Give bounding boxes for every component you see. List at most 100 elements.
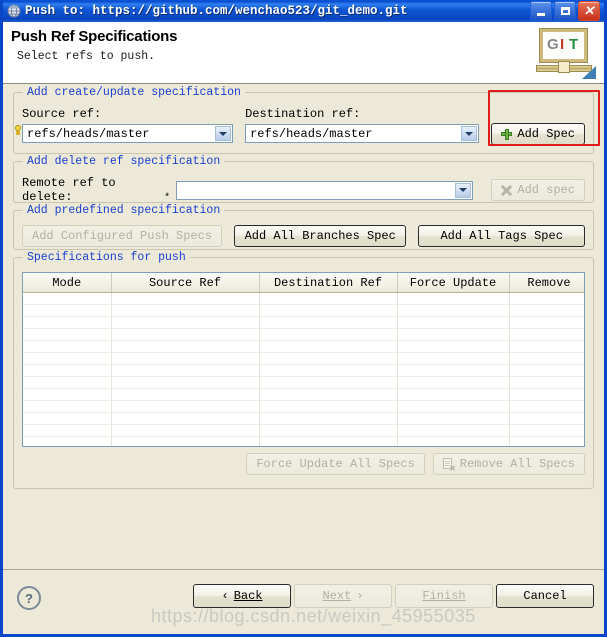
column-header-force-update[interactable]: Force Update xyxy=(397,273,510,293)
table-row[interactable] xyxy=(23,412,584,425)
table-cell xyxy=(397,304,510,317)
table-cell xyxy=(23,292,112,305)
table-cell xyxy=(509,328,584,341)
table-cell xyxy=(23,412,112,425)
delete-spec-legend: Add delete ref specification xyxy=(23,155,225,168)
destination-ref-combo[interactable]: refs/heads/master xyxy=(245,124,480,143)
table-cell xyxy=(259,436,398,446)
add-all-branches-spec-button[interactable]: Add All Branches Spec xyxy=(234,225,407,247)
table-cell xyxy=(259,376,398,389)
predefined-legend: Add predefined specification xyxy=(23,204,225,217)
back-button[interactable]: ‹ Back xyxy=(193,584,291,608)
remote-ref-combo[interactable] xyxy=(176,180,474,200)
table-row[interactable] xyxy=(23,292,584,305)
table-cell xyxy=(111,376,260,389)
table-cell xyxy=(23,328,112,341)
table-cell xyxy=(509,304,584,317)
specifications-table[interactable]: Mode Source Ref Destination Ref Force Up… xyxy=(22,272,585,447)
next-suffix-icon: › xyxy=(356,589,364,603)
table-cell xyxy=(111,304,260,317)
table-cell xyxy=(397,424,510,437)
table-cell xyxy=(111,436,260,446)
table-cell xyxy=(23,424,112,437)
minimize-button[interactable] xyxy=(530,1,552,21)
table-cell xyxy=(23,304,112,317)
remote-ref-label: Remote ref to delete: xyxy=(22,176,116,204)
table-row[interactable] xyxy=(23,388,584,401)
chevron-down-icon[interactable] xyxy=(215,126,232,141)
maximize-button[interactable] xyxy=(554,1,576,21)
table-row[interactable] xyxy=(23,328,584,341)
table-row[interactable] xyxy=(23,364,584,377)
table-cell xyxy=(111,292,260,305)
cancel-button[interactable]: Cancel xyxy=(496,584,594,608)
specifications-legend: Specifications for push xyxy=(23,251,190,264)
table-header-row: Mode Source Ref Destination Ref Force Up… xyxy=(23,273,584,293)
table-cell xyxy=(259,292,398,305)
title-bar: Push to: https://github.com/wenchao523/g… xyxy=(3,0,604,22)
required-marker: * xyxy=(164,193,171,204)
specifications-group: Specifications for push Mode Source Ref … xyxy=(13,251,594,489)
table-cell xyxy=(259,304,398,317)
table-cell xyxy=(509,400,584,413)
column-header-remove[interactable]: Remove xyxy=(509,273,584,293)
git-logo-i: I xyxy=(560,36,565,53)
column-header-mode[interactable]: Mode xyxy=(23,273,112,293)
table-cell xyxy=(259,400,398,413)
table-cell xyxy=(259,424,398,437)
table-cell xyxy=(23,364,112,377)
source-ref-label: Source ref: xyxy=(22,107,102,121)
content-assist-bulb-icon xyxy=(14,125,22,137)
table-cell xyxy=(259,352,398,365)
table-row[interactable] xyxy=(23,376,584,389)
table-row[interactable] xyxy=(23,436,584,446)
table-row[interactable] xyxy=(23,352,584,365)
table-cell xyxy=(397,388,510,401)
table-cell xyxy=(23,352,112,365)
predefined-group: Add predefined specification Add Configu… xyxy=(13,204,594,250)
chevron-down-icon[interactable] xyxy=(455,182,472,198)
table-cell xyxy=(111,424,260,437)
git-logo: G I T xyxy=(534,27,596,79)
source-ref-combo[interactable]: refs/heads/master xyxy=(22,124,234,143)
table-cell xyxy=(509,388,584,401)
force-update-all-specs-button: Force Update All Specs xyxy=(246,453,425,475)
table-row[interactable] xyxy=(23,400,584,413)
table-row[interactable] xyxy=(23,316,584,329)
specifications-actions: Force Update All Specs ✖ Remove All Spec… xyxy=(22,453,585,475)
table-cell xyxy=(111,352,260,365)
help-icon[interactable]: ? xyxy=(17,586,41,610)
table-cell xyxy=(111,340,260,353)
next-button: Next › xyxy=(294,584,392,608)
column-header-destination-ref[interactable]: Destination Ref xyxy=(259,273,398,293)
footer-buttons: ‹ Back Next › Finish Cancel xyxy=(193,584,594,608)
table-cell xyxy=(111,412,260,425)
add-delete-spec-button: Add spec xyxy=(491,179,585,201)
table-cell xyxy=(509,436,584,446)
add-spec-button[interactable]: Add Spec xyxy=(491,123,585,145)
table-cell xyxy=(23,340,112,353)
table-row[interactable] xyxy=(23,424,584,437)
table-cell xyxy=(259,328,398,341)
blue-triangle-icon xyxy=(582,66,596,79)
table-cell xyxy=(111,316,260,329)
column-header-source-ref[interactable]: Source Ref xyxy=(111,273,260,293)
chevron-down-icon[interactable] xyxy=(461,126,478,141)
table-cell xyxy=(23,316,112,329)
push-wizard-window: Push to: https://github.com/wenchao523/g… xyxy=(0,0,607,637)
destination-ref-label: Destination ref: xyxy=(245,107,361,121)
table-cell xyxy=(397,352,510,365)
add-all-tags-spec-button[interactable]: Add All Tags Spec xyxy=(418,225,585,247)
table-row[interactable] xyxy=(23,340,584,353)
add-spec-button-label: Add Spec xyxy=(517,127,575,141)
remove-all-specs-label: Remove All Specs xyxy=(459,457,575,471)
table-cell xyxy=(23,436,112,446)
table-cell xyxy=(397,400,510,413)
table-cell xyxy=(397,364,510,377)
source-ref-value: refs/heads/master xyxy=(27,126,150,141)
finish-button: Finish xyxy=(395,584,493,608)
wizard-body: Add create/update specification Source r… xyxy=(3,84,604,569)
table-cell xyxy=(111,328,260,341)
table-row[interactable] xyxy=(23,304,584,317)
close-button[interactable]: ✕ xyxy=(578,1,600,21)
